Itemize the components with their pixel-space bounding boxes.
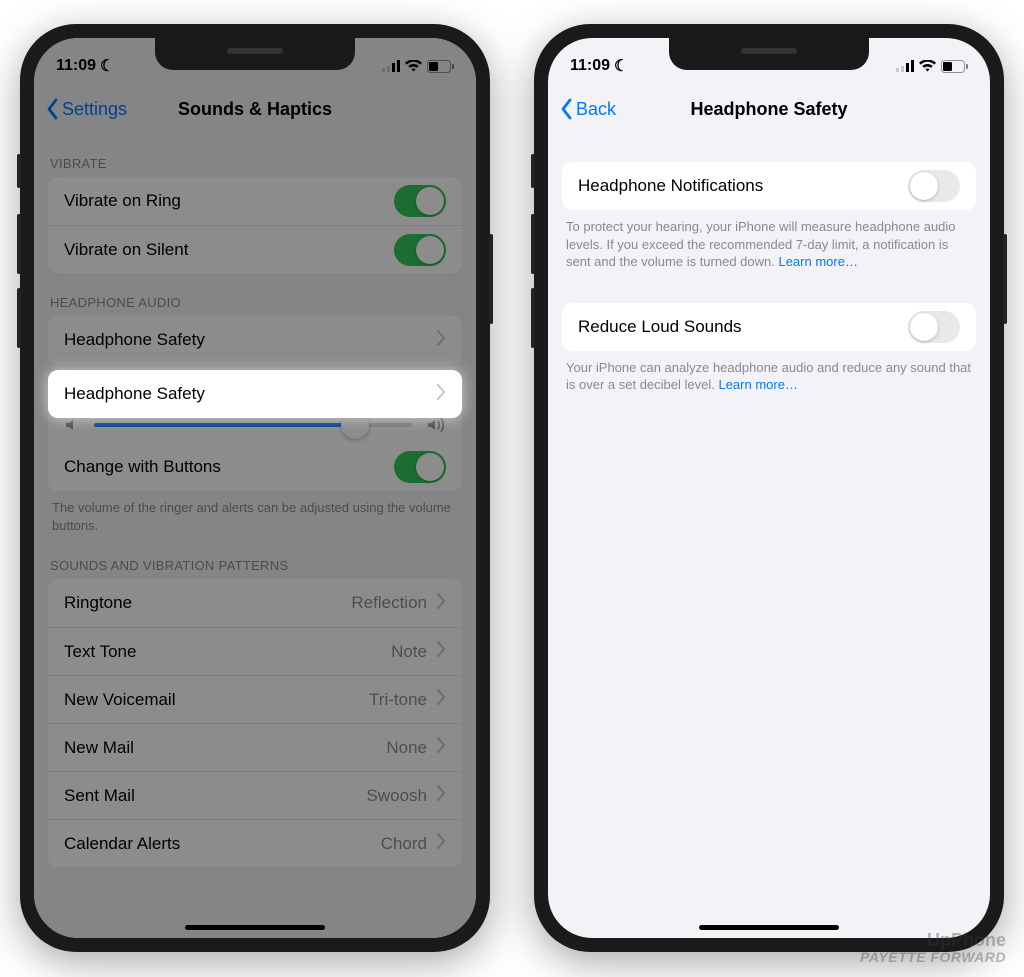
speaker-high-icon: [426, 417, 446, 433]
battery-icon: [941, 60, 968, 73]
row-value: Chord: [381, 834, 427, 854]
learn-more-link[interactable]: Learn more…: [718, 377, 797, 392]
cellular-icon: [382, 60, 400, 72]
battery-icon: [427, 60, 454, 73]
new-mail-row[interactable]: New Mail None: [48, 723, 462, 771]
back-label: Back: [576, 99, 616, 120]
row-label: Change with Buttons: [64, 457, 221, 477]
vibrate-header: VIBRATE: [34, 134, 476, 177]
row-value: Note: [391, 642, 427, 662]
notch: [155, 38, 355, 70]
volume-up-button: [531, 214, 535, 274]
highlight-headphone-safety[interactable]: Headphone Safety: [48, 370, 462, 418]
status-time: 11:09: [570, 57, 610, 75]
row-label: Calendar Alerts: [64, 834, 180, 854]
chevron-right-icon: [437, 833, 446, 854]
row-label: Headphone Notifications: [578, 176, 763, 196]
headphone-audio-header: HEADPHONE AUDIO: [34, 273, 476, 316]
new-voicemail-row[interactable]: New Voicemail Tri-tone: [48, 675, 462, 723]
vibrate-on-silent-row[interactable]: Vibrate on Silent: [48, 225, 462, 273]
silent-switch: [531, 154, 535, 188]
volume-down-button: [17, 288, 21, 348]
chevron-right-icon: [437, 689, 446, 710]
row-label: Vibrate on Ring: [64, 191, 181, 211]
calendar-alerts-row[interactable]: Calendar Alerts Chord: [48, 819, 462, 867]
notch: [669, 38, 869, 70]
watermark-line2: PAYETTE FORWARD: [860, 950, 1006, 965]
footer-text: To protect your hearing, your iPhone wil…: [566, 219, 956, 269]
chevron-right-icon: [437, 330, 446, 351]
back-button[interactable]: Settings: [44, 98, 127, 120]
vibrate-on-ring-row[interactable]: Vibrate on Ring: [48, 177, 462, 225]
home-indicator[interactable]: [699, 925, 839, 930]
change-buttons-toggle[interactable]: [394, 451, 446, 483]
change-with-buttons-row[interactable]: Change with Buttons: [48, 443, 462, 491]
chevron-right-icon: [437, 737, 446, 758]
reduce-footer: Your iPhone can analyze headphone audio …: [548, 351, 990, 396]
sounds-patterns-header: SOUNDS AND VIBRATION PATTERNS: [34, 536, 476, 579]
back-button[interactable]: Back: [558, 98, 616, 120]
wifi-icon: [919, 60, 936, 72]
cellular-icon: [896, 60, 914, 72]
row-value: Swoosh: [367, 786, 427, 806]
headphone-notifications-toggle[interactable]: [908, 170, 960, 202]
headphone-notifications-row[interactable]: Headphone Notifications: [562, 162, 976, 210]
row-value: None: [386, 738, 427, 758]
volume-up-button: [17, 214, 21, 274]
row-label: New Voicemail: [64, 690, 176, 710]
home-indicator[interactable]: [185, 925, 325, 930]
reduce-loud-sounds-row[interactable]: Reduce Loud Sounds: [562, 303, 976, 351]
chevron-right-icon: [437, 384, 446, 405]
back-label: Settings: [62, 99, 127, 120]
sent-mail-row[interactable]: Sent Mail Swoosh: [48, 771, 462, 819]
volume-slider[interactable]: [94, 423, 412, 427]
scroll-content[interactable]: Headphone Notifications To protect your …: [548, 134, 990, 938]
nav-bar: Settings Sounds & Haptics: [34, 84, 476, 134]
row-label: Text Tone: [64, 642, 136, 662]
phone-headphone-safety: 11:09 ☾ Back Headphone Safety Headphone …: [534, 24, 1004, 952]
notifications-footer: To protect your hearing, your iPhone wil…: [548, 210, 990, 273]
side-button: [489, 234, 493, 324]
row-value: Tri-tone: [369, 690, 427, 710]
dnd-moon-icon: ☾: [614, 56, 628, 76]
row-label: Sent Mail: [64, 786, 135, 806]
row-label: Ringtone: [64, 593, 132, 613]
dnd-moon-icon: ☾: [100, 56, 114, 76]
screen: 11:09 ☾ Back Headphone Safety Headphone …: [548, 38, 990, 938]
row-label: New Mail: [64, 738, 134, 758]
volume-down-button: [531, 288, 535, 348]
nav-bar: Back Headphone Safety: [548, 84, 990, 134]
screen: 11:09 ☾ Settings Sounds & Haptics VIBRAT…: [34, 38, 476, 938]
chevron-right-icon: [437, 785, 446, 806]
silent-switch: [17, 154, 21, 188]
row-label: Headphone Safety: [64, 384, 205, 404]
ringer-footer: The volume of the ringer and alerts can …: [34, 491, 476, 536]
ringtone-row[interactable]: Ringtone Reflection: [48, 579, 462, 627]
headphone-safety-row[interactable]: Headphone Safety: [48, 316, 462, 364]
chevron-left-icon: [44, 98, 60, 120]
learn-more-link[interactable]: Learn more…: [778, 254, 857, 269]
row-label: Headphone Safety: [64, 330, 205, 350]
row-label: Vibrate on Silent: [64, 240, 188, 260]
vibrate-ring-toggle[interactable]: [394, 185, 446, 217]
reduce-loud-sounds-toggle[interactable]: [908, 311, 960, 343]
chevron-right-icon: [437, 641, 446, 662]
wifi-icon: [405, 60, 422, 72]
phone-sounds-haptics: 11:09 ☾ Settings Sounds & Haptics VIBRAT…: [20, 24, 490, 952]
speaker-low-icon: [64, 417, 80, 433]
row-label: Reduce Loud Sounds: [578, 317, 742, 337]
chevron-left-icon: [558, 98, 574, 120]
text-tone-row[interactable]: Text Tone Note: [48, 627, 462, 675]
status-time: 11:09: [56, 57, 96, 75]
row-value: Reflection: [351, 593, 427, 613]
scroll-content[interactable]: VIBRATE Vibrate on Ring Vibrate on Silen…: [34, 134, 476, 938]
chevron-right-icon: [437, 593, 446, 614]
vibrate-silent-toggle[interactable]: [394, 234, 446, 266]
side-button: [1003, 234, 1007, 324]
